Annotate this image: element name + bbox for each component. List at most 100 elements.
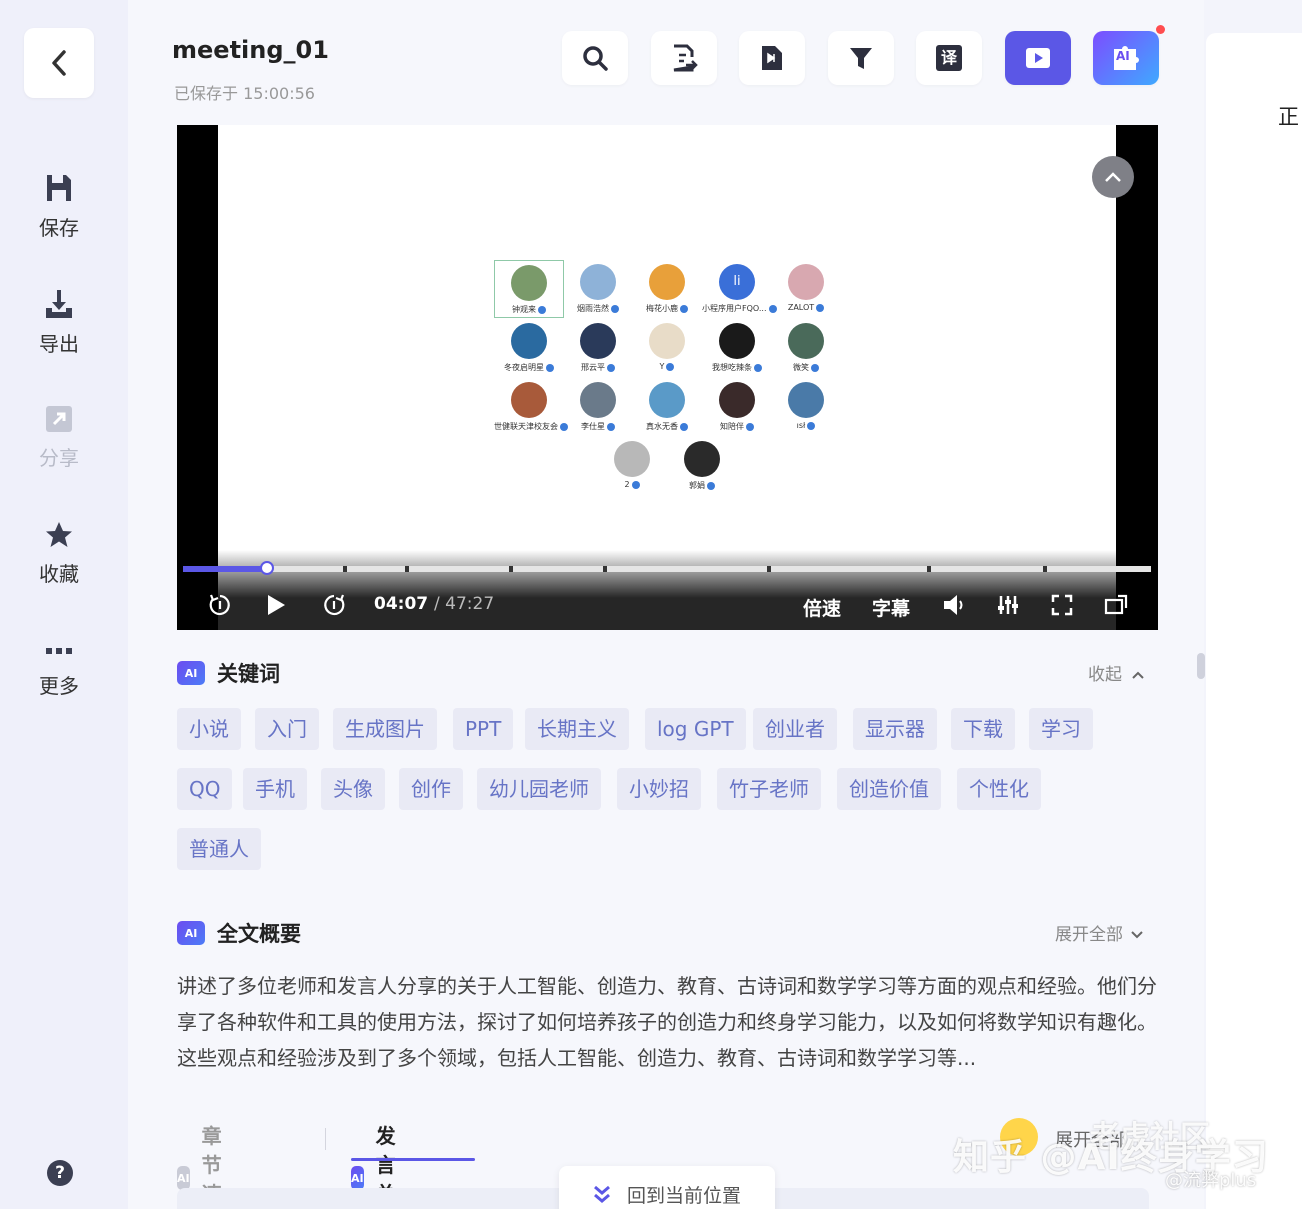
ai-icon: AI: [177, 921, 205, 945]
pip-button[interactable]: [1101, 588, 1131, 622]
expand-summary-button[interactable]: 展开全部: [1055, 920, 1144, 945]
keyword-tag[interactable]: 生成图片: [333, 708, 437, 750]
equalizer-icon: [998, 596, 1018, 614]
verified-badge-icon: [538, 305, 546, 314]
sidebar-item-more[interactable]: 更多: [0, 640, 118, 699]
keyword-tag[interactable]: 小说: [177, 708, 241, 750]
chevron-left-icon: [52, 50, 66, 76]
help-icon[interactable]: ?: [47, 1160, 73, 1186]
export-icon: [46, 290, 72, 318]
participant-tile: 烟雨浩然: [563, 260, 633, 318]
expand-label: 展开全部: [1055, 925, 1123, 945]
page-title: meeting_01: [172, 36, 329, 64]
sidebar-item-share[interactable]: 分享: [0, 404, 118, 471]
export-doc-button[interactable]: [739, 31, 805, 85]
keyword-tag[interactable]: 学习: [1029, 708, 1093, 750]
keyword-tag[interactable]: 小妙招: [617, 768, 701, 810]
video-player[interactable]: 钟观来 烟雨浩然 梅花小鹿 li 小程序用户FQO... ZALOT 冬夜启明星 邢云平 Y 我想…: [177, 125, 1158, 630]
progress-knob[interactable]: [260, 561, 275, 575]
participant-tile: 钟观来: [494, 260, 564, 318]
avatar: [580, 382, 616, 418]
chapter-marker: [603, 566, 607, 572]
right-panel: 正: [1206, 33, 1302, 1209]
keyword-tag[interactable]: PPT: [453, 708, 514, 750]
participant-tile: 知陪伴: [702, 378, 772, 436]
progress-fill: [183, 566, 268, 572]
forward-button[interactable]: [319, 588, 349, 622]
avatar: [580, 264, 616, 300]
back-to-current-button[interactable]: 回到当前位置: [559, 1166, 775, 1209]
participant-tile: 2: [597, 437, 667, 495]
keyword-tag[interactable]: 显示器: [853, 708, 937, 750]
sidebar-item-export[interactable]: 导出: [0, 288, 118, 357]
sidebar-item-favorite[interactable]: 收藏: [0, 520, 118, 587]
keyword-tag[interactable]: 普通人: [177, 828, 261, 870]
participant-tile: 郭娟: [667, 437, 737, 495]
participant-tile: 真水无香: [632, 378, 702, 436]
more-icon: [46, 648, 72, 654]
verified-badge-icon: [811, 363, 819, 372]
volume-button[interactable]: [939, 588, 969, 622]
filter-button[interactable]: [828, 31, 894, 85]
sidebar-item-save[interactable]: 保存: [0, 172, 118, 241]
participant-name: 小程序用户FQO...: [702, 303, 777, 314]
avatar: [788, 323, 824, 359]
keyword-tag[interactable]: 创造价值: [837, 768, 941, 810]
verified-badge-icon: [611, 304, 619, 313]
fullscreen-button[interactable]: [1047, 588, 1077, 622]
translate-icon: 译: [936, 45, 962, 71]
keyword-tag[interactable]: 个性化: [957, 768, 1041, 810]
keyword-tag[interactable]: 手机: [243, 768, 307, 810]
verified-badge-icon: [607, 422, 615, 431]
replace-button[interactable]: [651, 31, 717, 85]
progress-bar[interactable]: [183, 561, 1151, 575]
subtitle-button[interactable]: 字幕: [872, 594, 910, 621]
star-icon: [46, 522, 72, 547]
participant-name: ısł: [771, 421, 841, 430]
collapse-video-button[interactable]: [1092, 156, 1134, 198]
rewind-button[interactable]: [205, 588, 235, 622]
avatar: [580, 323, 616, 359]
filter-icon: [850, 48, 872, 69]
verified-badge-icon: [546, 363, 554, 372]
keyword-tag[interactable]: 幼儿园老师: [477, 768, 601, 810]
keyword-tag[interactable]: 下载: [951, 708, 1015, 750]
back-button[interactable]: [24, 28, 94, 98]
collapse-keywords-button[interactable]: 收起: [1088, 660, 1145, 685]
translate-button[interactable]: 译: [916, 31, 982, 85]
keyword-tag[interactable]: QQ: [177, 768, 233, 810]
scrollbar-thumb[interactable]: [1197, 653, 1205, 679]
chapter-marker: [343, 566, 347, 572]
video-toggle-button[interactable]: [1005, 31, 1071, 85]
summary-text: 讲述了多位老师和发言人分享的关于人工智能、创造力、教育、古诗词和数学学习等方面的…: [177, 974, 1157, 1070]
participant-name: Y: [632, 362, 702, 371]
sidebar-item-label: 导出: [39, 332, 79, 356]
search-button[interactable]: [562, 31, 628, 85]
equalizer-button[interactable]: [993, 588, 1023, 622]
time-display: 04:07 / 47:27: [374, 594, 494, 614]
chevron-up-icon: [1105, 172, 1121, 182]
notification-dot: [1156, 25, 1165, 34]
speed-button[interactable]: 倍速: [803, 594, 841, 621]
ai-icon: AI: [177, 661, 205, 685]
participant-tile: 李仕星: [563, 378, 633, 436]
avatar: [719, 382, 755, 418]
keyword-tag[interactable]: 长期主义: [525, 708, 629, 750]
keyword-tag[interactable]: log GPT: [645, 708, 746, 750]
participant-tile: li 小程序用户FQO...: [702, 260, 777, 318]
keyword-tag[interactable]: 头像: [321, 768, 385, 810]
ai-assistant-button[interactable]: AI: [1093, 25, 1165, 85]
fullscreen-icon: [1051, 594, 1073, 616]
back-to-current-label: 回到当前位置: [626, 1184, 741, 1207]
keyword-tag[interactable]: 入门: [255, 708, 319, 750]
ai-icon: AI: [177, 1166, 190, 1190]
keyword-tag[interactable]: 创业者: [753, 708, 837, 750]
keyword-tag[interactable]: 竹子老师: [717, 768, 821, 810]
document-edit-icon: [673, 44, 698, 72]
right-panel-text: 正: [1278, 105, 1299, 129]
participant-name: 真水无香: [632, 421, 702, 432]
avatar: [684, 441, 720, 477]
play-button[interactable]: [261, 588, 291, 622]
keyword-tag[interactable]: 创作: [399, 768, 463, 810]
keywords-title: 关键词: [217, 662, 280, 686]
